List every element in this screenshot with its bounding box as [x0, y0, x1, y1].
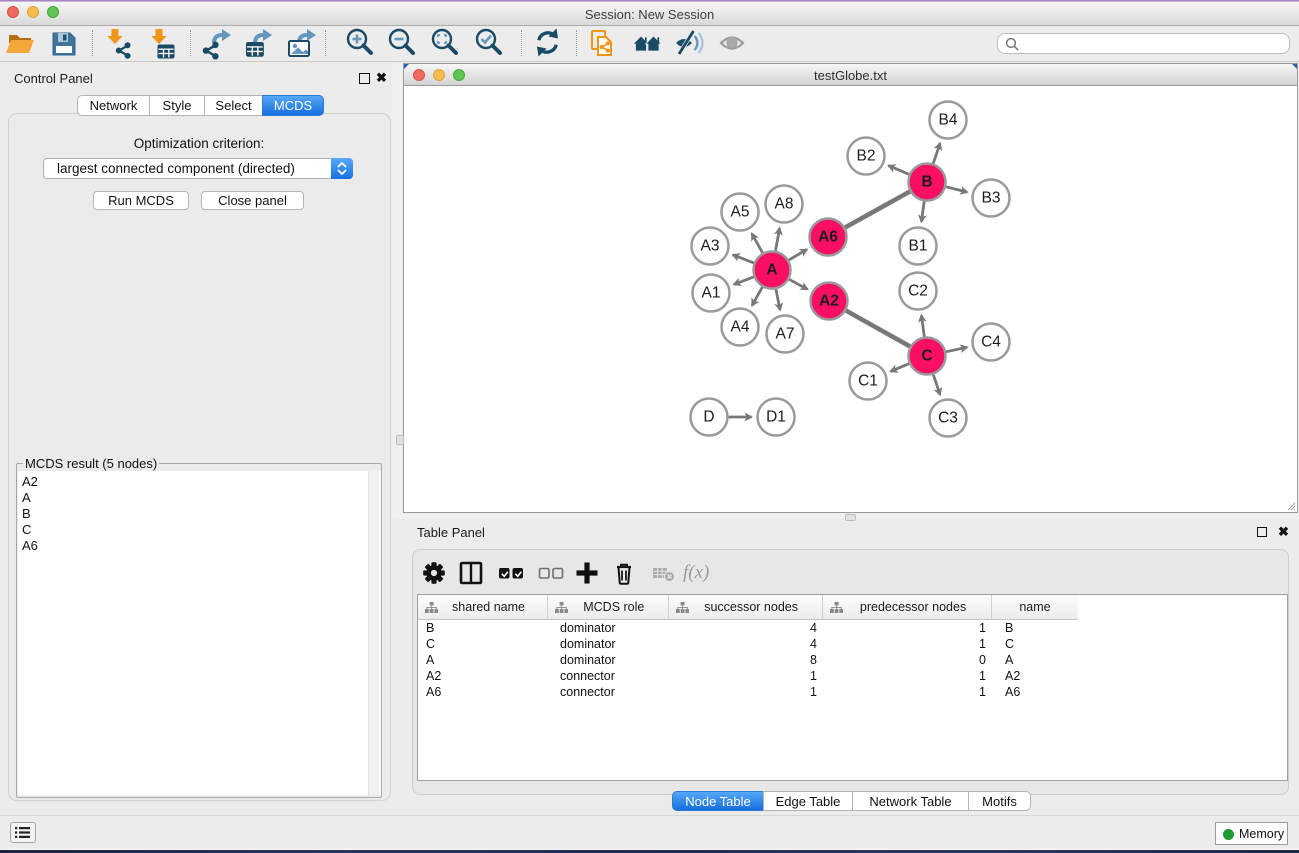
svg-text:A3: A3 — [701, 238, 720, 255]
svg-text:C3: C3 — [938, 410, 958, 427]
svg-text:B4: B4 — [939, 112, 958, 129]
svg-text:A8: A8 — [775, 196, 794, 213]
svg-text:B: B — [921, 174, 932, 191]
svg-text:C2: C2 — [908, 283, 928, 300]
svg-text:A5: A5 — [731, 204, 750, 221]
svg-text:A2: A2 — [819, 293, 839, 310]
svg-text:D1: D1 — [766, 409, 786, 426]
svg-text:A6: A6 — [818, 229, 838, 246]
svg-text:C1: C1 — [858, 373, 878, 390]
svg-text:B1: B1 — [909, 238, 928, 255]
svg-text:C4: C4 — [981, 334, 1001, 351]
svg-text:D: D — [703, 409, 714, 426]
svg-text:A1: A1 — [702, 285, 721, 302]
svg-text:A: A — [766, 262, 777, 279]
svg-text:A7: A7 — [776, 326, 795, 343]
svg-text:B2: B2 — [857, 148, 876, 165]
svg-text:A4: A4 — [731, 319, 750, 336]
svg-text:C: C — [921, 348, 932, 365]
svg-text:B3: B3 — [982, 190, 1001, 207]
